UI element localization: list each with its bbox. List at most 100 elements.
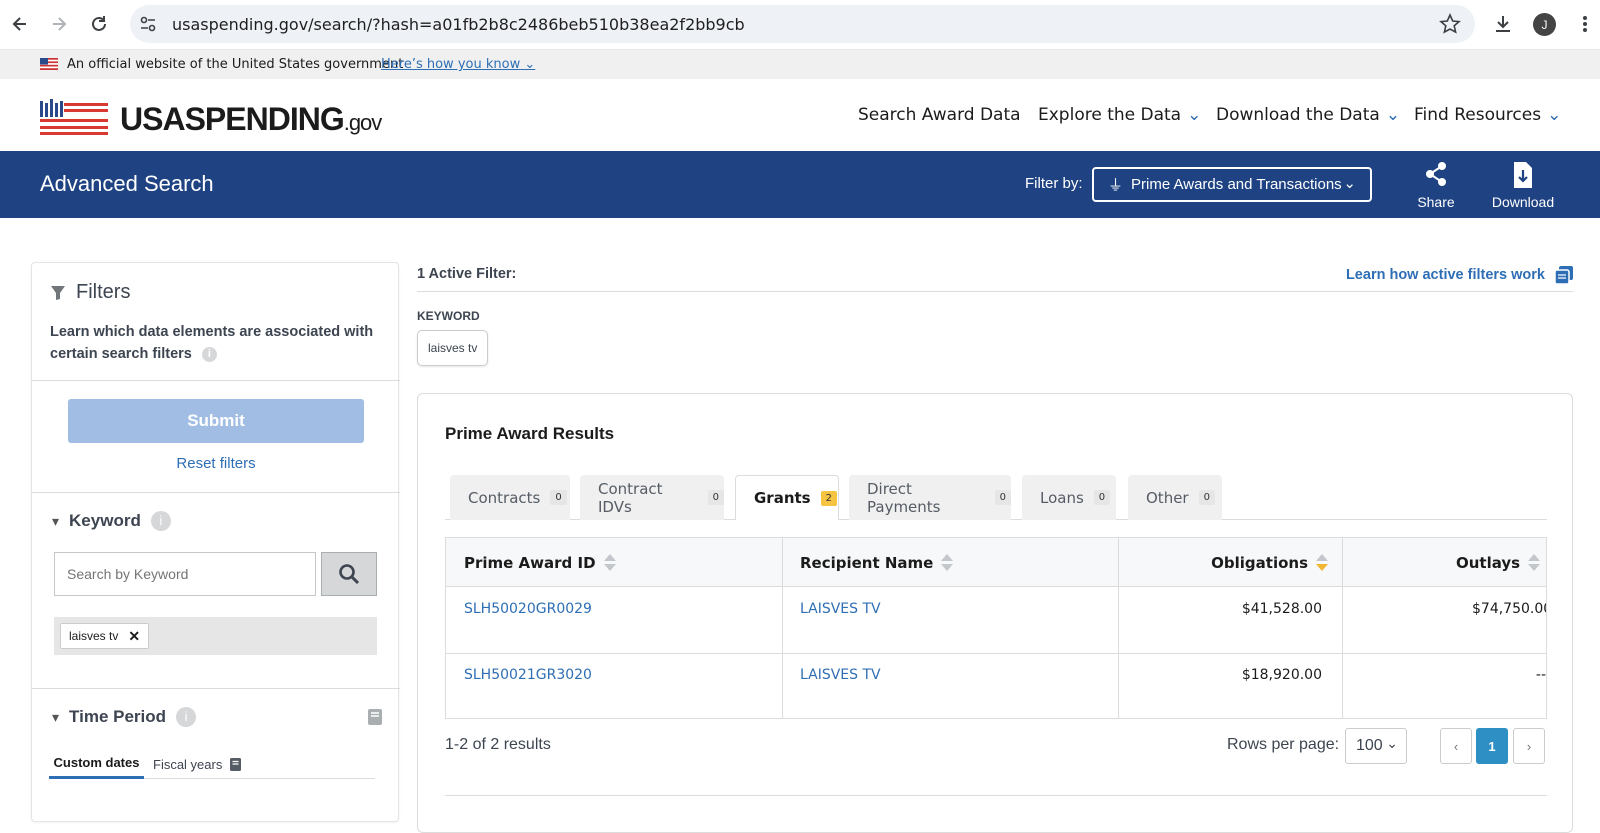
obligations-value: $41,528.00 [1241, 601, 1322, 617]
address-bar[interactable]: usaspending.gov/search/?hash=a01fb2b8c24… [130, 5, 1475, 43]
tab-count-badge: 2 [820, 490, 837, 506]
page-title: Advanced Search [40, 171, 214, 196]
keyword-search-button[interactable] [321, 552, 377, 596]
url-text: usaspending.gov/search/?hash=a01fb2b8c24… [172, 15, 745, 34]
tab-contract-idvs[interactable]: Contract IDVs 0 [580, 475, 724, 520]
prev-page-button[interactable]: ‹ [1440, 728, 1472, 764]
tab-contracts[interactable]: Contracts 0 [450, 475, 570, 520]
column-header-recipient-name[interactable]: Recipient Name [800, 538, 954, 587]
download-button[interactable]: Download [1488, 161, 1558, 210]
column-header-prime-award-id[interactable]: Prime Award ID [464, 538, 616, 587]
chevron-down-icon: ▾ [52, 512, 60, 529]
column-header-outlays[interactable]: Outlays [1456, 538, 1541, 587]
glossary-book-icon [230, 757, 242, 771]
column-divider [1118, 538, 1119, 718]
nav-search-award-data[interactable]: Search Award Data [858, 105, 1021, 125]
tab-grants[interactable]: Grants 2 [735, 475, 839, 520]
divider [32, 688, 400, 689]
funnel-icon [51, 285, 65, 300]
filters-description: Learn which data elements are associated… [50, 324, 374, 362]
divider [445, 795, 1547, 796]
back-icon[interactable] [6, 10, 34, 38]
heres-how-you-know-link[interactable]: Here’s how you know ⌄ [381, 57, 535, 72]
site-info-icon[interactable] [138, 14, 158, 39]
reset-filters-link[interactable]: Reset filters [32, 455, 400, 472]
remove-chip-icon[interactable]: ✕ [128, 628, 140, 645]
submit-button[interactable]: Submit [68, 399, 364, 443]
chevron-down-icon: ⌄ [1187, 105, 1202, 125]
prime-award-results-card: Prime Award Results Contracts 0 Contract … [417, 393, 1573, 833]
chevron-down-icon: ▾ [52, 708, 60, 725]
flag-bars-icon [40, 99, 108, 135]
award-type-value: Prime Awards and Transactions [1131, 176, 1342, 193]
divider [32, 380, 400, 381]
us-flag-icon [40, 58, 58, 74]
results-main: 1 Active Filter: Learn how active filter… [417, 262, 1573, 833]
recipient-name-link[interactable]: LAISVES TV [800, 667, 881, 683]
active-filters-heading: 1 Active Filter: [417, 266, 517, 282]
recipient-name-link[interactable]: LAISVES TV [800, 601, 881, 617]
results-count: 1-2 of 2 results [445, 736, 551, 753]
divider [32, 492, 400, 493]
logo-text: USASPENDING.gov [120, 101, 382, 137]
prime-award-id-link[interactable]: SLH50020GR0029 [464, 601, 592, 617]
advanced-search-band: Advanced Search Filter by: ⏚ Prime Award… [0, 151, 1600, 218]
chevron-down-icon: ⌄ [524, 57, 536, 72]
usaspending-logo[interactable]: USASPENDING.gov [40, 99, 382, 140]
share-label: Share [1417, 194, 1455, 210]
nav-explore-the-data[interactable]: Explore the Data ⌄ [1038, 105, 1201, 125]
page-1-button[interactable]: 1 [1476, 728, 1508, 764]
active-filter-chip[interactable]: laisves tv [417, 330, 489, 366]
chevron-left-icon: ‹ [1453, 738, 1459, 754]
tab-fiscal-years[interactable]: Fiscal years [153, 749, 242, 779]
browser-toolbar: usaspending.gov/search/?hash=a01fb2b8c24… [0, 0, 1600, 50]
bookmark-star-icon[interactable] [1439, 13, 1461, 40]
tab-count-badge: 0 [1198, 490, 1215, 505]
rows-per-page-label: Rows per page: [1227, 736, 1340, 753]
search-icon [339, 564, 360, 585]
forward-icon[interactable] [45, 10, 73, 38]
column-header-obligations[interactable]: Obligations [1211, 538, 1328, 587]
next-page-button[interactable]: › [1513, 728, 1545, 764]
keyword-search-input[interactable] [54, 552, 316, 596]
info-icon[interactable]: i [176, 707, 197, 727]
chevron-down-icon: ⌄ [1343, 175, 1356, 192]
profile-avatar[interactable]: J [1533, 13, 1556, 36]
tab-other[interactable]: Other 0 [1128, 475, 1222, 520]
tab-count-badge: 0 [994, 490, 1011, 505]
gov-banner-text: An official website of the United States… [67, 57, 404, 72]
chevron-right-icon: › [1526, 738, 1532, 754]
sort-icon[interactable] [603, 553, 616, 572]
share-icon [1426, 162, 1446, 186]
filters-panel: Filters Learn which data elements are as… [31, 262, 400, 822]
download-label: Download [1491, 194, 1555, 210]
tab-direct-payments[interactable]: Direct Payments 0 [849, 475, 1011, 520]
download-tray-icon[interactable] [1489, 10, 1517, 38]
chevron-down-icon: ⌄ [1386, 735, 1398, 751]
sort-icon[interactable] [941, 553, 954, 572]
award-type-dropdown[interactable]: ⏚ Prime Awards and Transactions ⌄ [1092, 167, 1372, 202]
glossary-book-icon[interactable] [368, 709, 382, 730]
keyword-chips-area: laisves tv ✕ [54, 617, 377, 655]
sort-icon[interactable] [1528, 553, 1541, 572]
tab-loans[interactable]: Loans 0 [1022, 475, 1116, 520]
nav-download-the-data[interactable]: Download the Data ⌄ [1216, 105, 1400, 125]
time-period-section-toggle[interactable]: ▾ Time Period i [52, 707, 197, 727]
reload-icon[interactable] [85, 10, 113, 38]
share-button[interactable]: Share [1416, 161, 1456, 210]
time-period-tabs: Custom dates Fiscal years [49, 749, 375, 779]
rows-per-page-select[interactable]: 100 ⌄ [1345, 728, 1407, 764]
chevron-down-icon: ⌄ [1385, 105, 1401, 125]
nav-find-resources[interactable]: Find Resources ⌄ [1414, 105, 1561, 125]
keyword-section-toggle[interactable]: ▾ Keyword i [52, 511, 171, 531]
info-icon[interactable]: i [201, 346, 217, 362]
filters-heading: Filters [50, 281, 130, 304]
browser-menu-icon[interactable] [1571, 10, 1599, 38]
prime-award-id-link[interactable]: SLH50021GR3020 [464, 667, 592, 683]
chevron-down-icon: ⌄ [1547, 105, 1562, 125]
info-icon[interactable]: i [150, 511, 171, 531]
copy-icon [1555, 266, 1573, 284]
row-divider [446, 653, 1546, 654]
learn-active-filters-link[interactable]: Learn how active filters work [1346, 266, 1573, 284]
tab-custom-dates[interactable]: Custom dates [49, 749, 144, 779]
